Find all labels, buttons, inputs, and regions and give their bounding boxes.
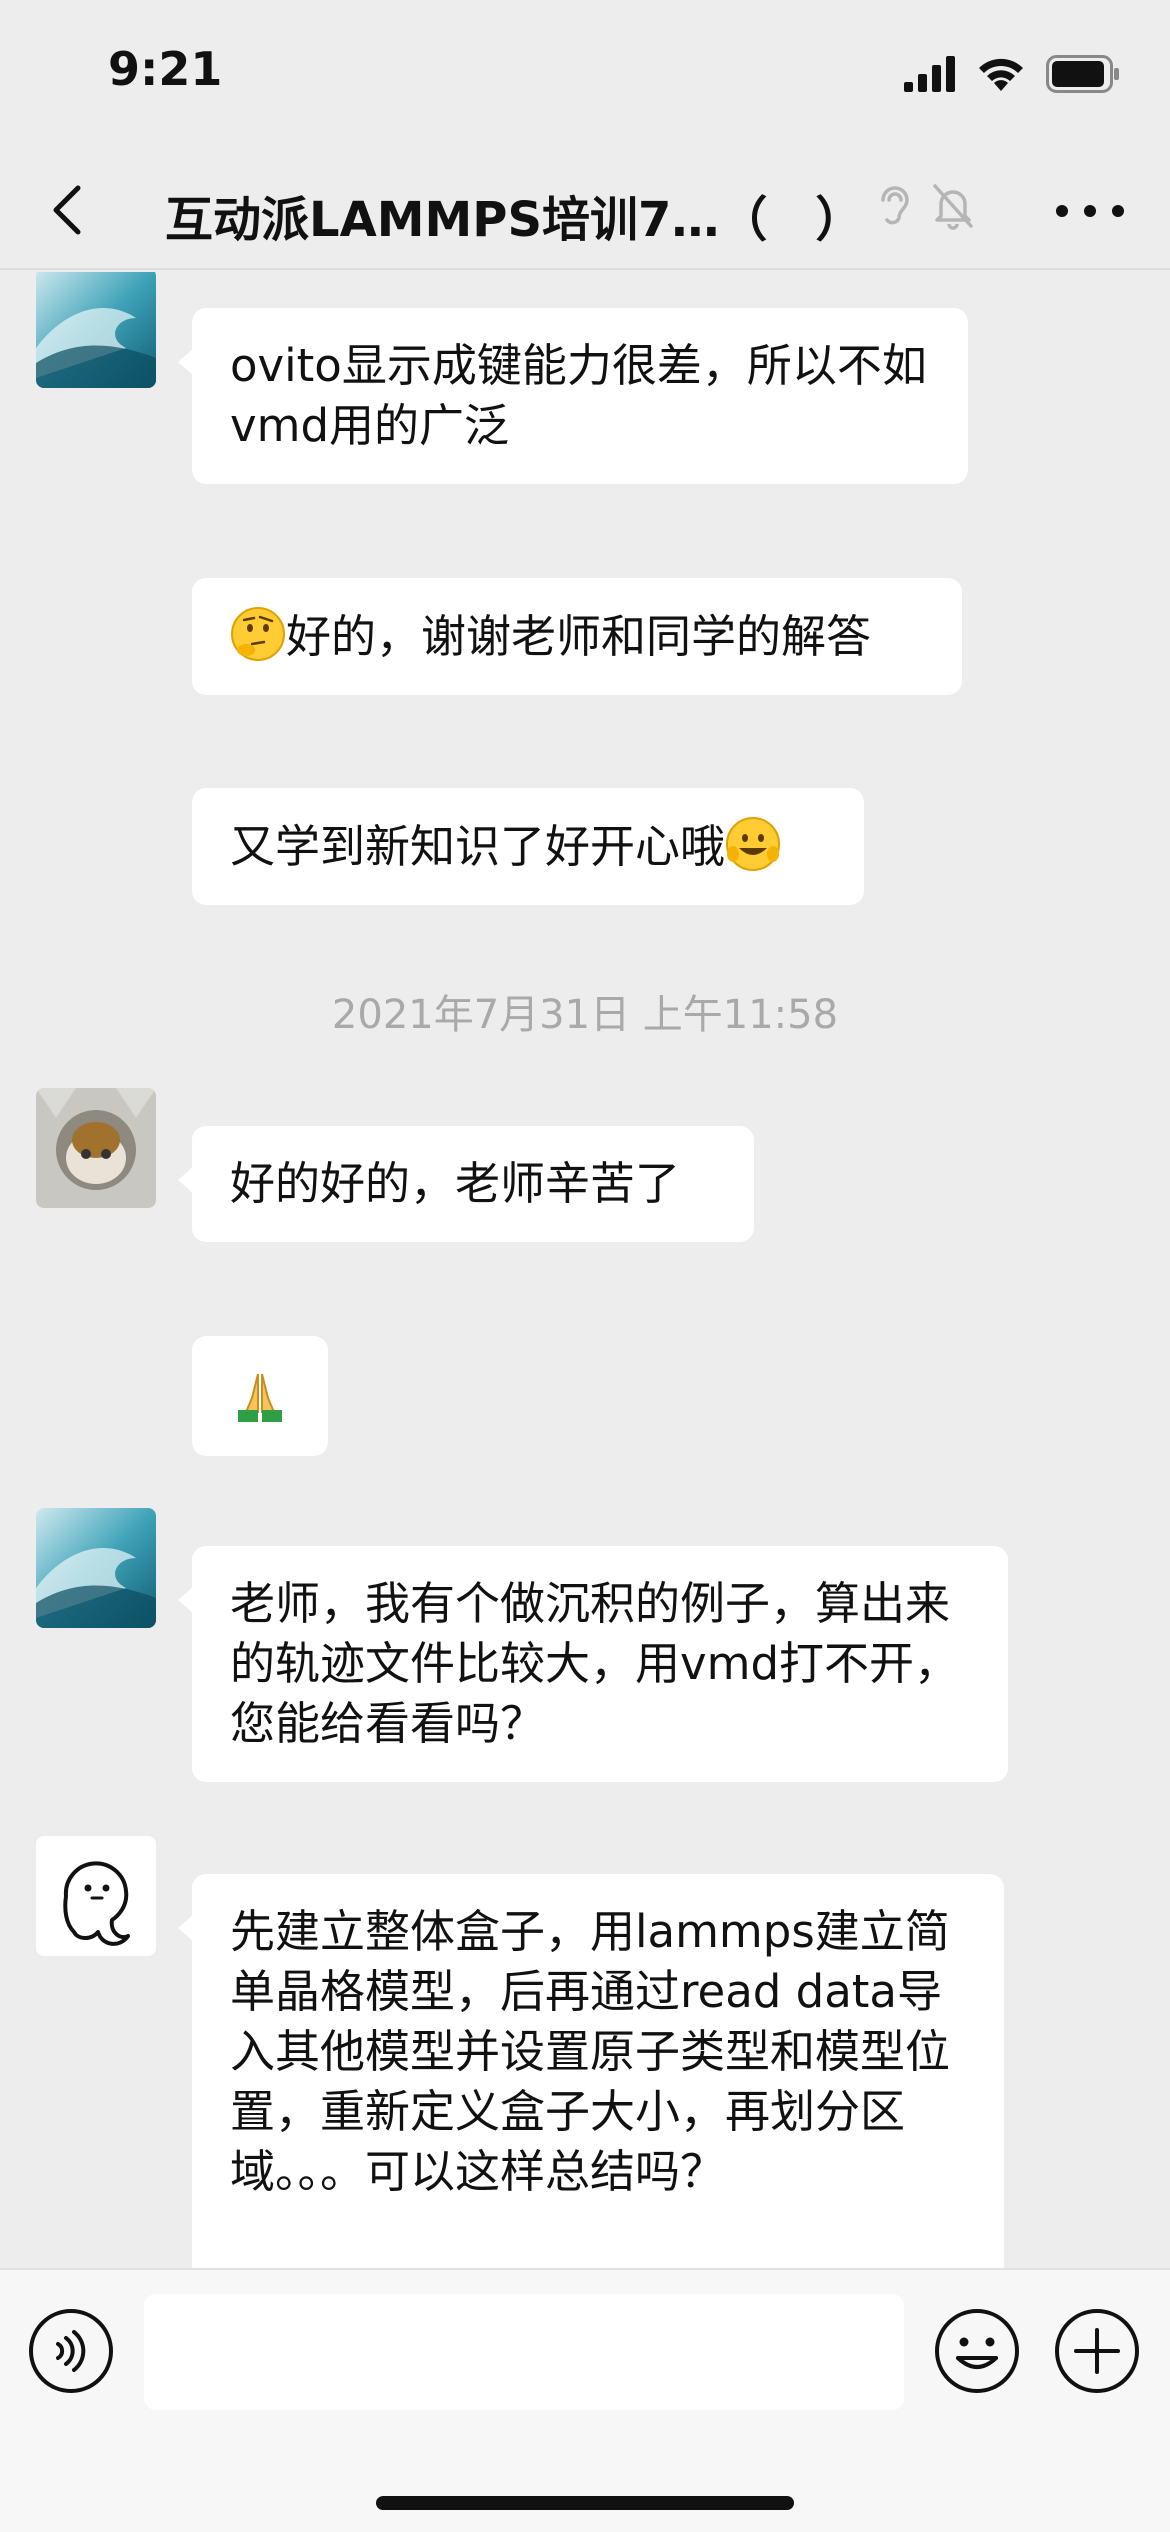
cat-avatar[interactable] <box>36 1088 156 1208</box>
thinking-face-emoji-icon <box>231 607 285 661</box>
message-bubble[interactable] <box>192 1336 328 1456</box>
status-icons <box>904 52 1120 96</box>
folded-hands-emoji-icon <box>238 1373 282 1422</box>
status-bar: 9:21 <box>0 0 1170 150</box>
title-status-icons <box>875 182 975 230</box>
more-dots-icon[interactable] <box>1052 186 1128 236</box>
chat-header: 互动派LAMMPS培训7…（ ） <box>0 150 1170 270</box>
wave-avatar[interactable] <box>36 1508 156 1628</box>
back-arrow-icon[interactable] <box>40 178 100 242</box>
wave-avatar[interactable] <box>36 272 156 388</box>
message-text: 又学到新知识了好开心哦 <box>230 820 726 873</box>
emoji-icon[interactable] <box>934 2308 1020 2394</box>
home-indicator <box>376 2496 794 2510</box>
message-input[interactable] <box>144 2294 904 2410</box>
signal-icon <box>904 56 955 92</box>
message-text: ovito显示成键能力很差，所以不如vmd用的广泛 <box>230 339 927 452</box>
message-bubble[interactable]: 又学到新知识了好开心哦 <box>192 788 864 905</box>
input-bar <box>0 2268 1170 2532</box>
message-bubble[interactable]: ovito显示成键能力很差，所以不如vmd用的广泛 <box>178 308 968 484</box>
add-more-icon[interactable] <box>1054 2308 1140 2394</box>
message-text: 老师，我有个做沉积的例子，算出来的轨迹文件比较大，用vmd打不开，您能给看看吗？ <box>230 1577 960 1750</box>
message-text: 先建立整体盒子，用lammps建立简单晶格模型，后再通过read data导入其… <box>230 1905 951 2198</box>
message-bubble[interactable]: 好的好的，老师辛苦了 <box>178 1126 754 1242</box>
message-bubble[interactable]: 先建立整体盒子，用lammps建立简单晶格模型，后再通过read data导入其… <box>178 1874 1004 2268</box>
ear-icon <box>881 186 909 225</box>
message-bubble[interactable]: 老师，我有个做沉积的例子，算出来的轨迹文件比较大，用vmd打不开，您能给看看吗？ <box>178 1546 1008 1782</box>
status-time: 9:21 <box>108 42 223 96</box>
timestamp: 2021年7月31日 上午11:58 <box>331 992 839 1038</box>
chat-screen: 9:21 互动派LAMMPS培训7…（ ） ovito显示成键能力很差，所以不如… <box>0 0 1170 2532</box>
ghost-avatar[interactable] <box>36 1836 156 1956</box>
mute-bell-icon <box>933 184 973 230</box>
chat-title[interactable]: 互动派LAMMPS培训7…（ ） <box>165 180 863 250</box>
message-text: 好的，谢谢老师和同学的解答 <box>286 610 872 663</box>
message-text: 好的好的，老师辛苦了 <box>230 1157 681 1210</box>
battery-icon <box>1046 55 1119 93</box>
message-list[interactable]: ovito显示成键能力很差，所以不如vmd用的广泛 好的，谢谢老师和同学的解答 … <box>0 272 1170 2268</box>
grinning-face-emoji-icon <box>726 817 781 871</box>
voice-input-icon[interactable] <box>28 2308 114 2394</box>
message-bubble[interactable]: 好的，谢谢老师和同学的解答 <box>192 578 962 695</box>
wifi-icon <box>979 58 1023 91</box>
